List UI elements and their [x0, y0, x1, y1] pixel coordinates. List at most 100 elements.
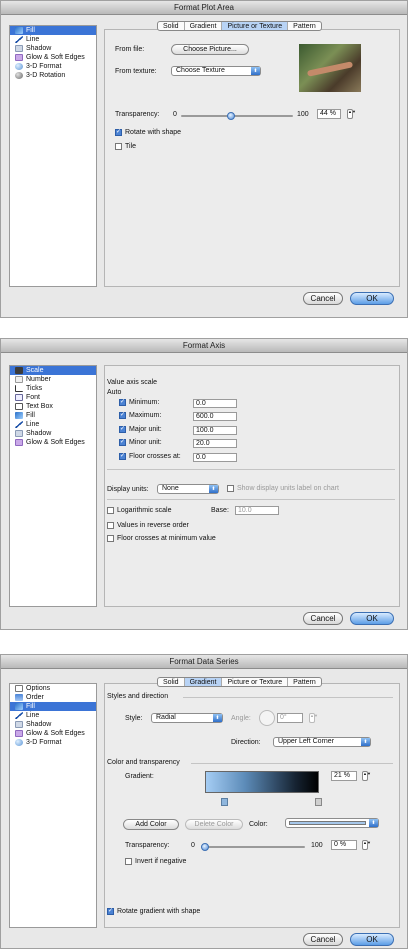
divider: [107, 499, 395, 500]
dialog-title: Format Axis: [1, 339, 407, 353]
ok-button[interactable]: OK: [350, 933, 394, 946]
choose-picture-button[interactable]: Choose Picture...: [171, 44, 249, 55]
from-texture-label: From texture:: [115, 68, 157, 75]
chevron-updown-icon: ⬍: [361, 738, 370, 746]
rotate-with-shape-checkbox[interactable]: ✓ Rotate with shape: [115, 129, 181, 136]
sidebar-item-line[interactable]: Line: [10, 420, 96, 429]
tab-picture-or-texture[interactable]: Picture or Texture: [222, 678, 289, 686]
slider-thumb[interactable]: [201, 843, 209, 851]
sidebar-item-font[interactable]: Font: [10, 393, 96, 402]
sidebar-item-3d-rotation[interactable]: 3-D Rotation: [10, 71, 96, 80]
ok-button[interactable]: OK: [350, 612, 394, 625]
sidebar-item-text-box[interactable]: Text Box: [10, 402, 96, 411]
delete-color-button[interactable]: Delete Color: [185, 819, 243, 830]
sidebar-item-glow[interactable]: Glow & Soft Edges: [10, 729, 96, 738]
sidebar-item-glow[interactable]: Glow & Soft Edges: [10, 438, 96, 447]
sidebar-item-3d-format[interactable]: 3-D Format: [10, 62, 96, 71]
tab-solid[interactable]: Solid: [158, 22, 185, 30]
minimum-input[interactable]: 0.0: [193, 399, 237, 408]
style-label: Style:: [125, 715, 143, 722]
major-unit-input[interactable]: 100.0: [193, 426, 237, 435]
sidebar-item-fill[interactable]: Fill: [10, 702, 96, 711]
cancel-button[interactable]: Cancel: [303, 612, 343, 625]
transparency-input[interactable]: 0 %: [331, 840, 357, 850]
plot-area-sidebar: Fill Line Shadow Glow & Soft Edges 3-D F…: [9, 25, 97, 287]
cancel-button[interactable]: Cancel: [303, 933, 343, 946]
logarithmic-scale-checkbox[interactable]: Logarithmic scale: [107, 507, 171, 514]
sidebar-item-label: Order: [26, 694, 44, 701]
sidebar-item-options[interactable]: Options: [10, 684, 96, 693]
minimum-auto-checkbox[interactable]: ✓ Minimum:: [119, 399, 159, 406]
floor-crosses-auto-checkbox[interactable]: ✓ Floor crosses at:: [119, 453, 181, 460]
color-picker[interactable]: ⬍: [285, 818, 379, 828]
slider-thumb[interactable]: [226, 112, 235, 120]
ok-button[interactable]: OK: [350, 292, 394, 305]
show-units-label-checkbox[interactable]: Show display units label on chart: [227, 485, 339, 492]
sidebar-item-label: Shadow: [26, 721, 52, 728]
sidebar-item-3d-format[interactable]: 3-D Format: [10, 738, 96, 747]
tab-picture-or-texture[interactable]: Picture or Texture: [222, 22, 289, 30]
rotate-gradient-checkbox[interactable]: ✓ Rotate gradient with shape: [107, 908, 200, 915]
style-select[interactable]: Radial ⬍: [151, 713, 223, 723]
sidebar-item-shadow[interactable]: Shadow: [10, 429, 96, 438]
sidebar-item-line[interactable]: Line: [10, 711, 96, 720]
tab-gradient[interactable]: Gradient: [185, 22, 223, 30]
divider: [107, 469, 395, 470]
sidebar-item-glow[interactable]: Glow & Soft Edges: [10, 53, 96, 62]
direction-select[interactable]: Upper Left Corner ⬍: [273, 737, 371, 747]
add-color-button[interactable]: Add Color: [123, 819, 179, 830]
cancel-button[interactable]: Cancel: [303, 292, 343, 305]
checkbox-label: Minimum:: [129, 399, 160, 406]
slider-max-label: 100: [311, 842, 323, 849]
sidebar-item-fill[interactable]: Fill: [10, 26, 96, 35]
base-label: Base:: [211, 507, 229, 514]
sidebar-item-number[interactable]: Number: [10, 375, 96, 384]
format-plot-area-dialog: Format Plot Area Fill Line Shadow Glow &…: [0, 0, 408, 318]
major-unit-auto-checkbox[interactable]: ✓ Major unit:: [119, 426, 162, 433]
gradient-stop-marker[interactable]: [221, 798, 228, 806]
gradient-stop-marker[interactable]: [315, 798, 322, 806]
angle-input[interactable]: 0°: [277, 713, 303, 723]
transparency-stepper[interactable]: ▲▼: [347, 109, 356, 119]
choose-texture-select[interactable]: Choose Texture ⬍: [171, 66, 261, 76]
sidebar-item-order[interactable]: Order: [10, 693, 96, 702]
line-icon: [15, 36, 23, 43]
chevron-updown-icon: ⬍: [209, 485, 218, 493]
ticks-icon: [15, 385, 23, 392]
sidebar-item-line[interactable]: Line: [10, 35, 96, 44]
sidebar-item-fill[interactable]: Fill: [10, 411, 96, 420]
minor-unit-auto-checkbox[interactable]: ✓ Minor unit:: [119, 439, 162, 446]
display-units-select[interactable]: None ⬍: [157, 484, 219, 494]
line-icon: [15, 421, 23, 428]
angle-dial[interactable]: [259, 710, 275, 726]
gradient-preview-bar[interactable]: [205, 771, 319, 793]
angle-stepper[interactable]: ▲▼: [309, 713, 318, 723]
invert-if-negative-checkbox[interactable]: Invert if negative: [125, 858, 186, 865]
sidebar-item-scale[interactable]: Scale: [10, 366, 96, 375]
tile-checkbox[interactable]: Tile: [115, 143, 136, 150]
sidebar-item-shadow[interactable]: Shadow: [10, 720, 96, 729]
transparency-slider[interactable]: [181, 112, 293, 120]
tab-pattern[interactable]: Pattern: [288, 22, 321, 30]
transparency-stepper[interactable]: ▲▼: [362, 840, 371, 850]
transparency-slider[interactable]: [201, 843, 305, 851]
options-icon: [15, 685, 23, 692]
tab-pattern[interactable]: Pattern: [288, 678, 321, 686]
values-reverse-order-checkbox[interactable]: Values in reverse order: [107, 522, 189, 529]
maximum-input[interactable]: 600.0: [193, 412, 237, 421]
sidebar-item-label: Line: [26, 712, 40, 719]
sidebar-item-shadow[interactable]: Shadow: [10, 44, 96, 53]
floor-crosses-input[interactable]: 0.0: [193, 453, 237, 462]
tab-solid[interactable]: Solid: [158, 678, 185, 686]
direction-value: Upper Left Corner: [278, 738, 335, 745]
base-input[interactable]: 10.0: [235, 506, 279, 515]
floor-crosses-minimum-checkbox[interactable]: Floor crosses at minimum value: [107, 535, 216, 542]
gradient-position-stepper[interactable]: ▲▼: [362, 771, 371, 781]
tab-gradient[interactable]: Gradient: [184, 678, 223, 686]
color-transparency-heading: Color and transparency: [107, 759, 180, 766]
gradient-position-input[interactable]: 21 %: [331, 771, 357, 781]
transparency-input[interactable]: 44 %: [317, 109, 341, 119]
sidebar-item-ticks[interactable]: Ticks: [10, 384, 96, 393]
minor-unit-input[interactable]: 20.0: [193, 439, 237, 448]
maximum-auto-checkbox[interactable]: ✓ Maximum:: [119, 412, 161, 419]
